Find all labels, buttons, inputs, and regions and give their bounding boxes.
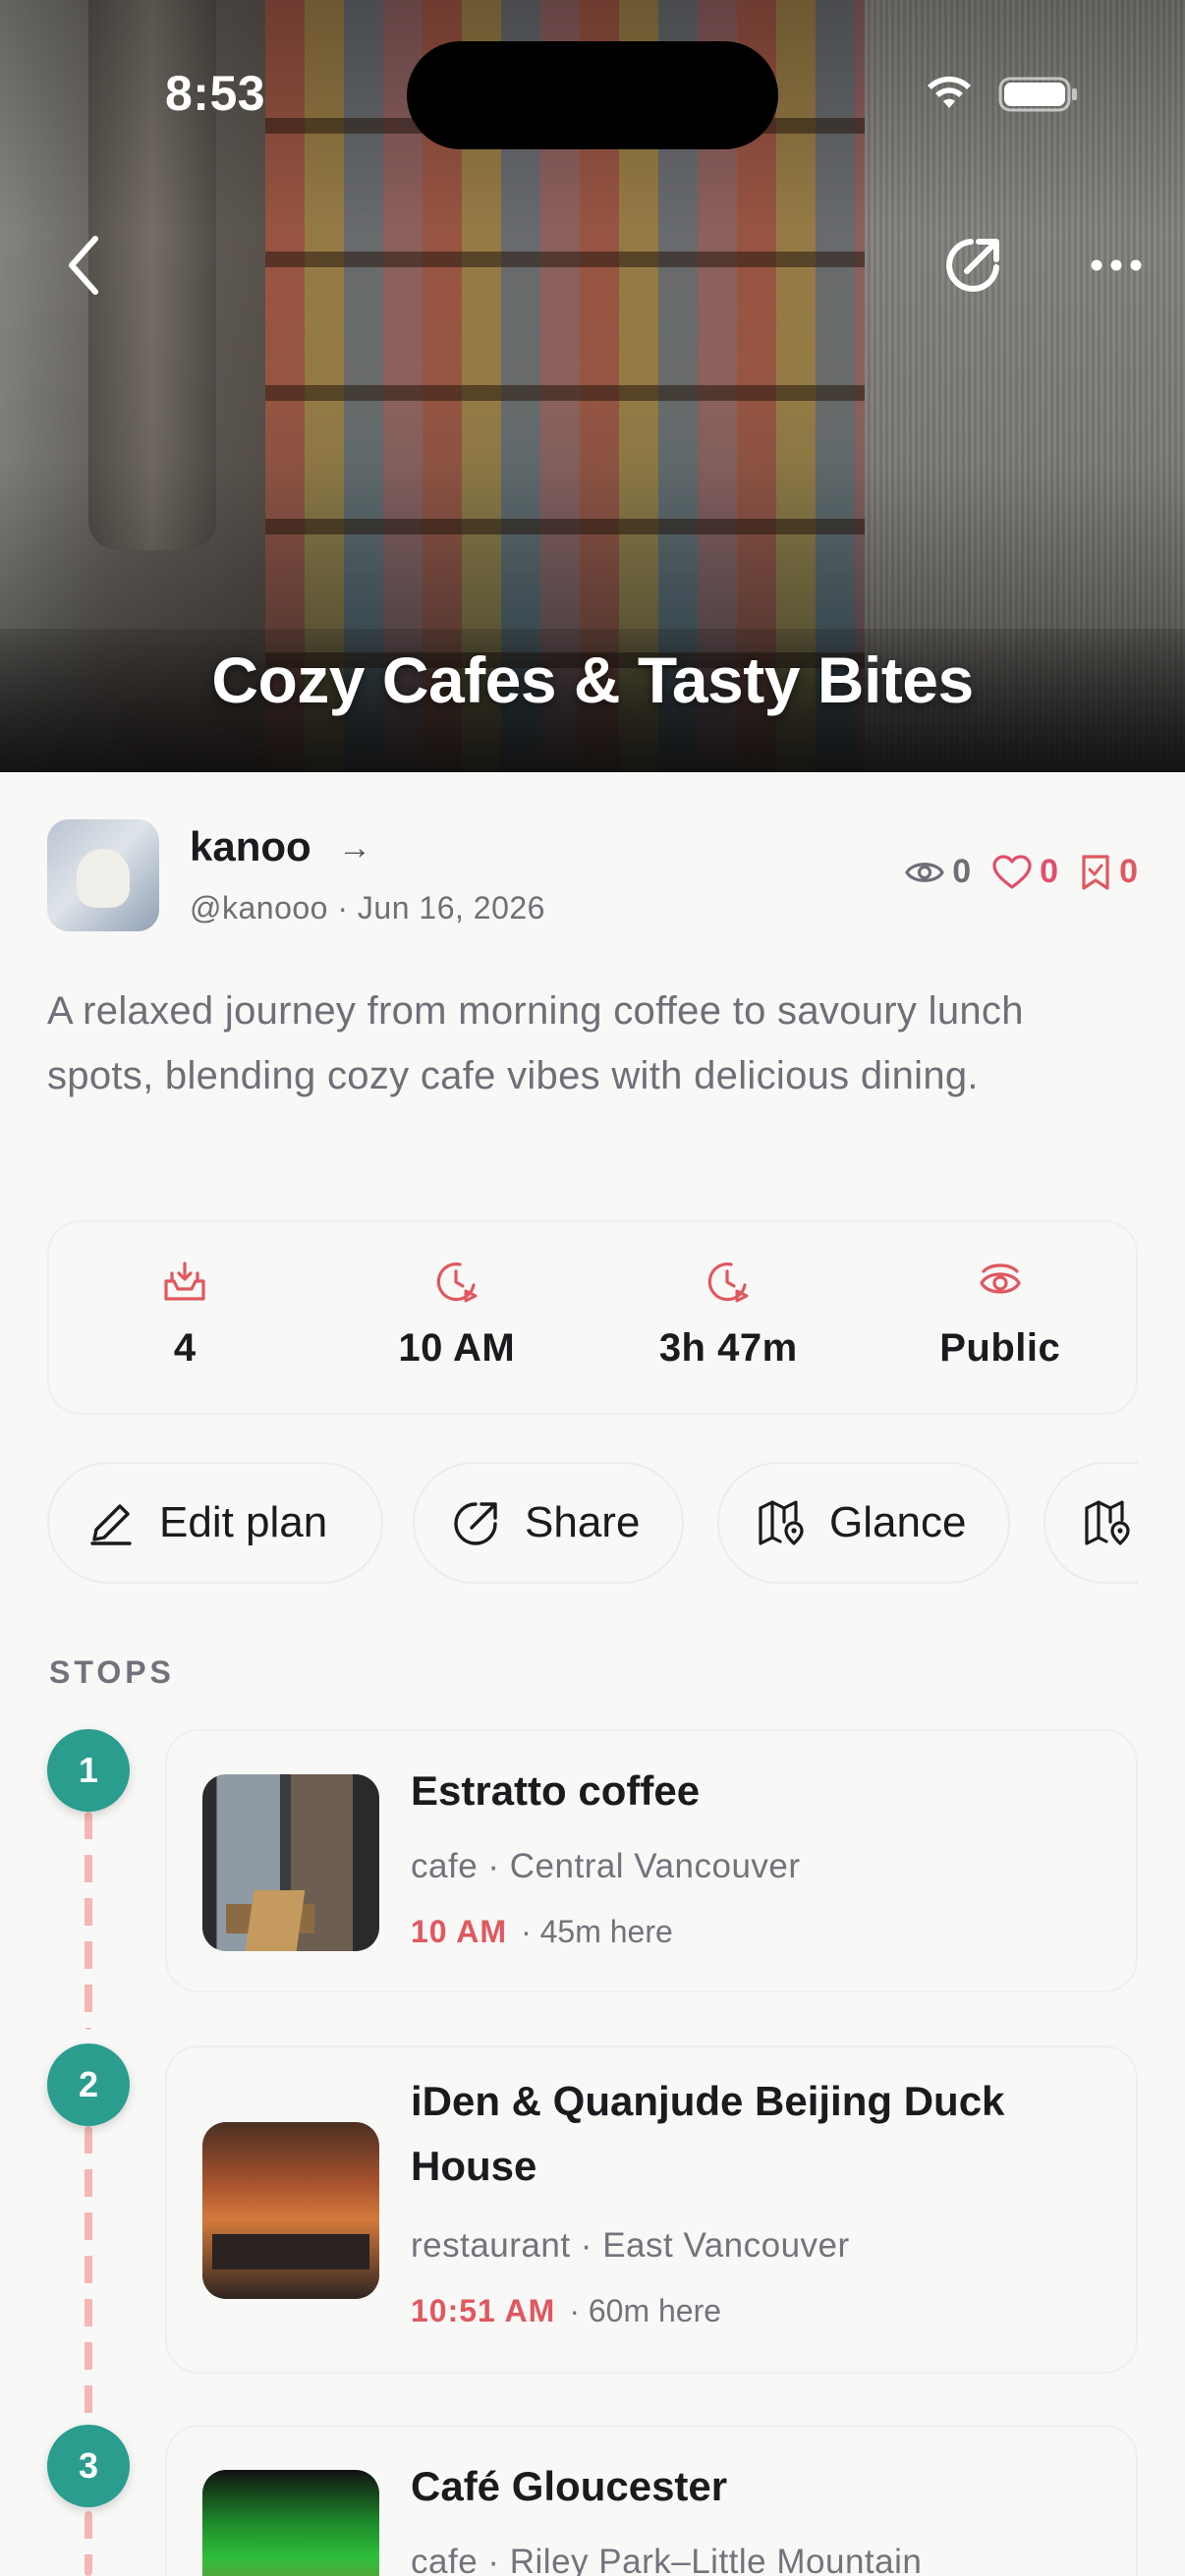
clock-icon [436,1262,478,1303]
stop-name: Estratto coffee [411,1767,701,1814]
stop-photo [202,2470,379,2576]
map-pin-icon [759,1500,804,1545]
saves-stat[interactable]: 0 [1080,853,1138,891]
saves-count: 0 [1119,853,1138,890]
stop-card[interactable]: Estratto coffee cafe · Central Vancouver… [165,1729,1138,1992]
views-stat: 0 [905,853,971,891]
pencil-icon [90,1504,132,1545]
summary-duration-value: 3h 47m [658,1326,798,1370]
edit-plan-button[interactable]: Edit plan [47,1462,383,1584]
timeline-connector [85,1812,92,2030]
stop-time-row: 10 AM · 45m here [411,1914,673,1950]
stop-card[interactable]: iDen & Quanjude Beijing Duck House resta… [165,2045,1138,2374]
author-handle-date: @kanooo · Jun 16, 2026 [190,890,545,925]
stops-section-label: STOPS [49,1654,175,1690]
map-pin-icon [1085,1500,1130,1545]
back-button[interactable] [49,226,118,305]
eye-visibility-icon [979,1263,1021,1294]
stop-number-badge: 1 [47,1729,130,1812]
stop-duration: · 45m here [521,1914,673,1949]
engagement-stats: 0 0 0 [905,853,1138,891]
plan-title: Cozy Cafes & Tasty Bites [211,644,974,716]
glance-label: Glance [829,1498,967,1546]
views-count: 0 [952,853,972,890]
glance-button[interactable]: Glance [717,1462,1010,1584]
chevron-left-icon [69,236,98,295]
hero-image: 8:53 Cozy Cafes & Tasty Bites [0,0,1185,772]
more-options-button[interactable] [1079,236,1154,295]
author-arrow-icon[interactable]: → [338,829,371,868]
stop-name: iDen & Quanjude Beijing Duck House [411,2078,1005,2189]
timeline-connector [85,2126,92,2421]
summary-start: 10 AM [321,1222,593,1413]
timeline-connector [85,2511,92,2576]
summary-duration: 3h 47m [592,1222,865,1413]
summary-stops: 4 [49,1222,321,1413]
author-name[interactable]: kanoo [190,823,311,870]
stop-time-row: 10:51 AM · 60m here [411,2293,721,2329]
avatar[interactable] [47,819,159,931]
stop-category: cafe · Central Vancouver [411,1847,801,1885]
stop-photo [202,1774,379,1951]
stop-category: restaurant · East Vancouver [411,2226,850,2265]
heart-icon [992,854,1032,889]
likes-count: 0 [1040,853,1059,890]
summary-visibility-value: Public [939,1326,1061,1370]
stop-number-badge: 2 [47,2044,130,2126]
avatar-figure [77,849,130,908]
stop-category: cafe · Riley Park–Little Mountain [411,2543,923,2576]
summary-stops-value: 4 [173,1326,197,1370]
eye-icon [905,862,945,882]
stop-card[interactable]: Café Gloucester cafe · Riley Park–Little… [165,2425,1138,2576]
map-button[interactable] [1044,1462,1138,1584]
stop-arrival-time: 10 AM [411,1914,508,1949]
bookmark-icon [1082,854,1109,890]
more-dots-icon [1091,259,1142,271]
status-time: 8:53 [165,66,266,121]
edit-plan-label: Edit plan [159,1498,328,1546]
stop-number-badge: 3 [47,2425,130,2507]
likes-stat[interactable]: 0 [992,853,1058,891]
dynamic-island [407,41,778,149]
share-label: Share [525,1498,641,1546]
share-external-icon [454,1502,497,1545]
inbox-icon [164,1261,205,1301]
stop-arrival-time: 10:51 AM [411,2293,556,2328]
share-external-icon [946,239,999,292]
photo-sign [245,1890,306,1951]
photo-bar-counter [212,2234,369,2269]
summary-visibility: Public [865,1222,1137,1413]
author-row: kanoo → @kanooo · Jun 16, 2026 0 0 0 [47,819,1138,933]
summary-start-value: 10 AM [398,1326,516,1370]
stop-photo [202,2122,379,2299]
share-top-button[interactable] [933,226,1012,305]
stop-name: Café Gloucester [411,2463,728,2509]
plan-summary-card: 4 10 AM 3h 47m Public [47,1220,1138,1415]
action-pills: Edit plan Share Glance [47,1462,1138,1586]
wifi-icon [928,76,971,108]
plan-description: A relaxed journey from morning coffee to… [47,989,1024,1097]
battery-icon [998,77,1077,112]
share-button[interactable]: Share [413,1462,684,1584]
clock-duration-icon [708,1262,749,1303]
stop-duration: · 60m here [569,2293,722,2328]
